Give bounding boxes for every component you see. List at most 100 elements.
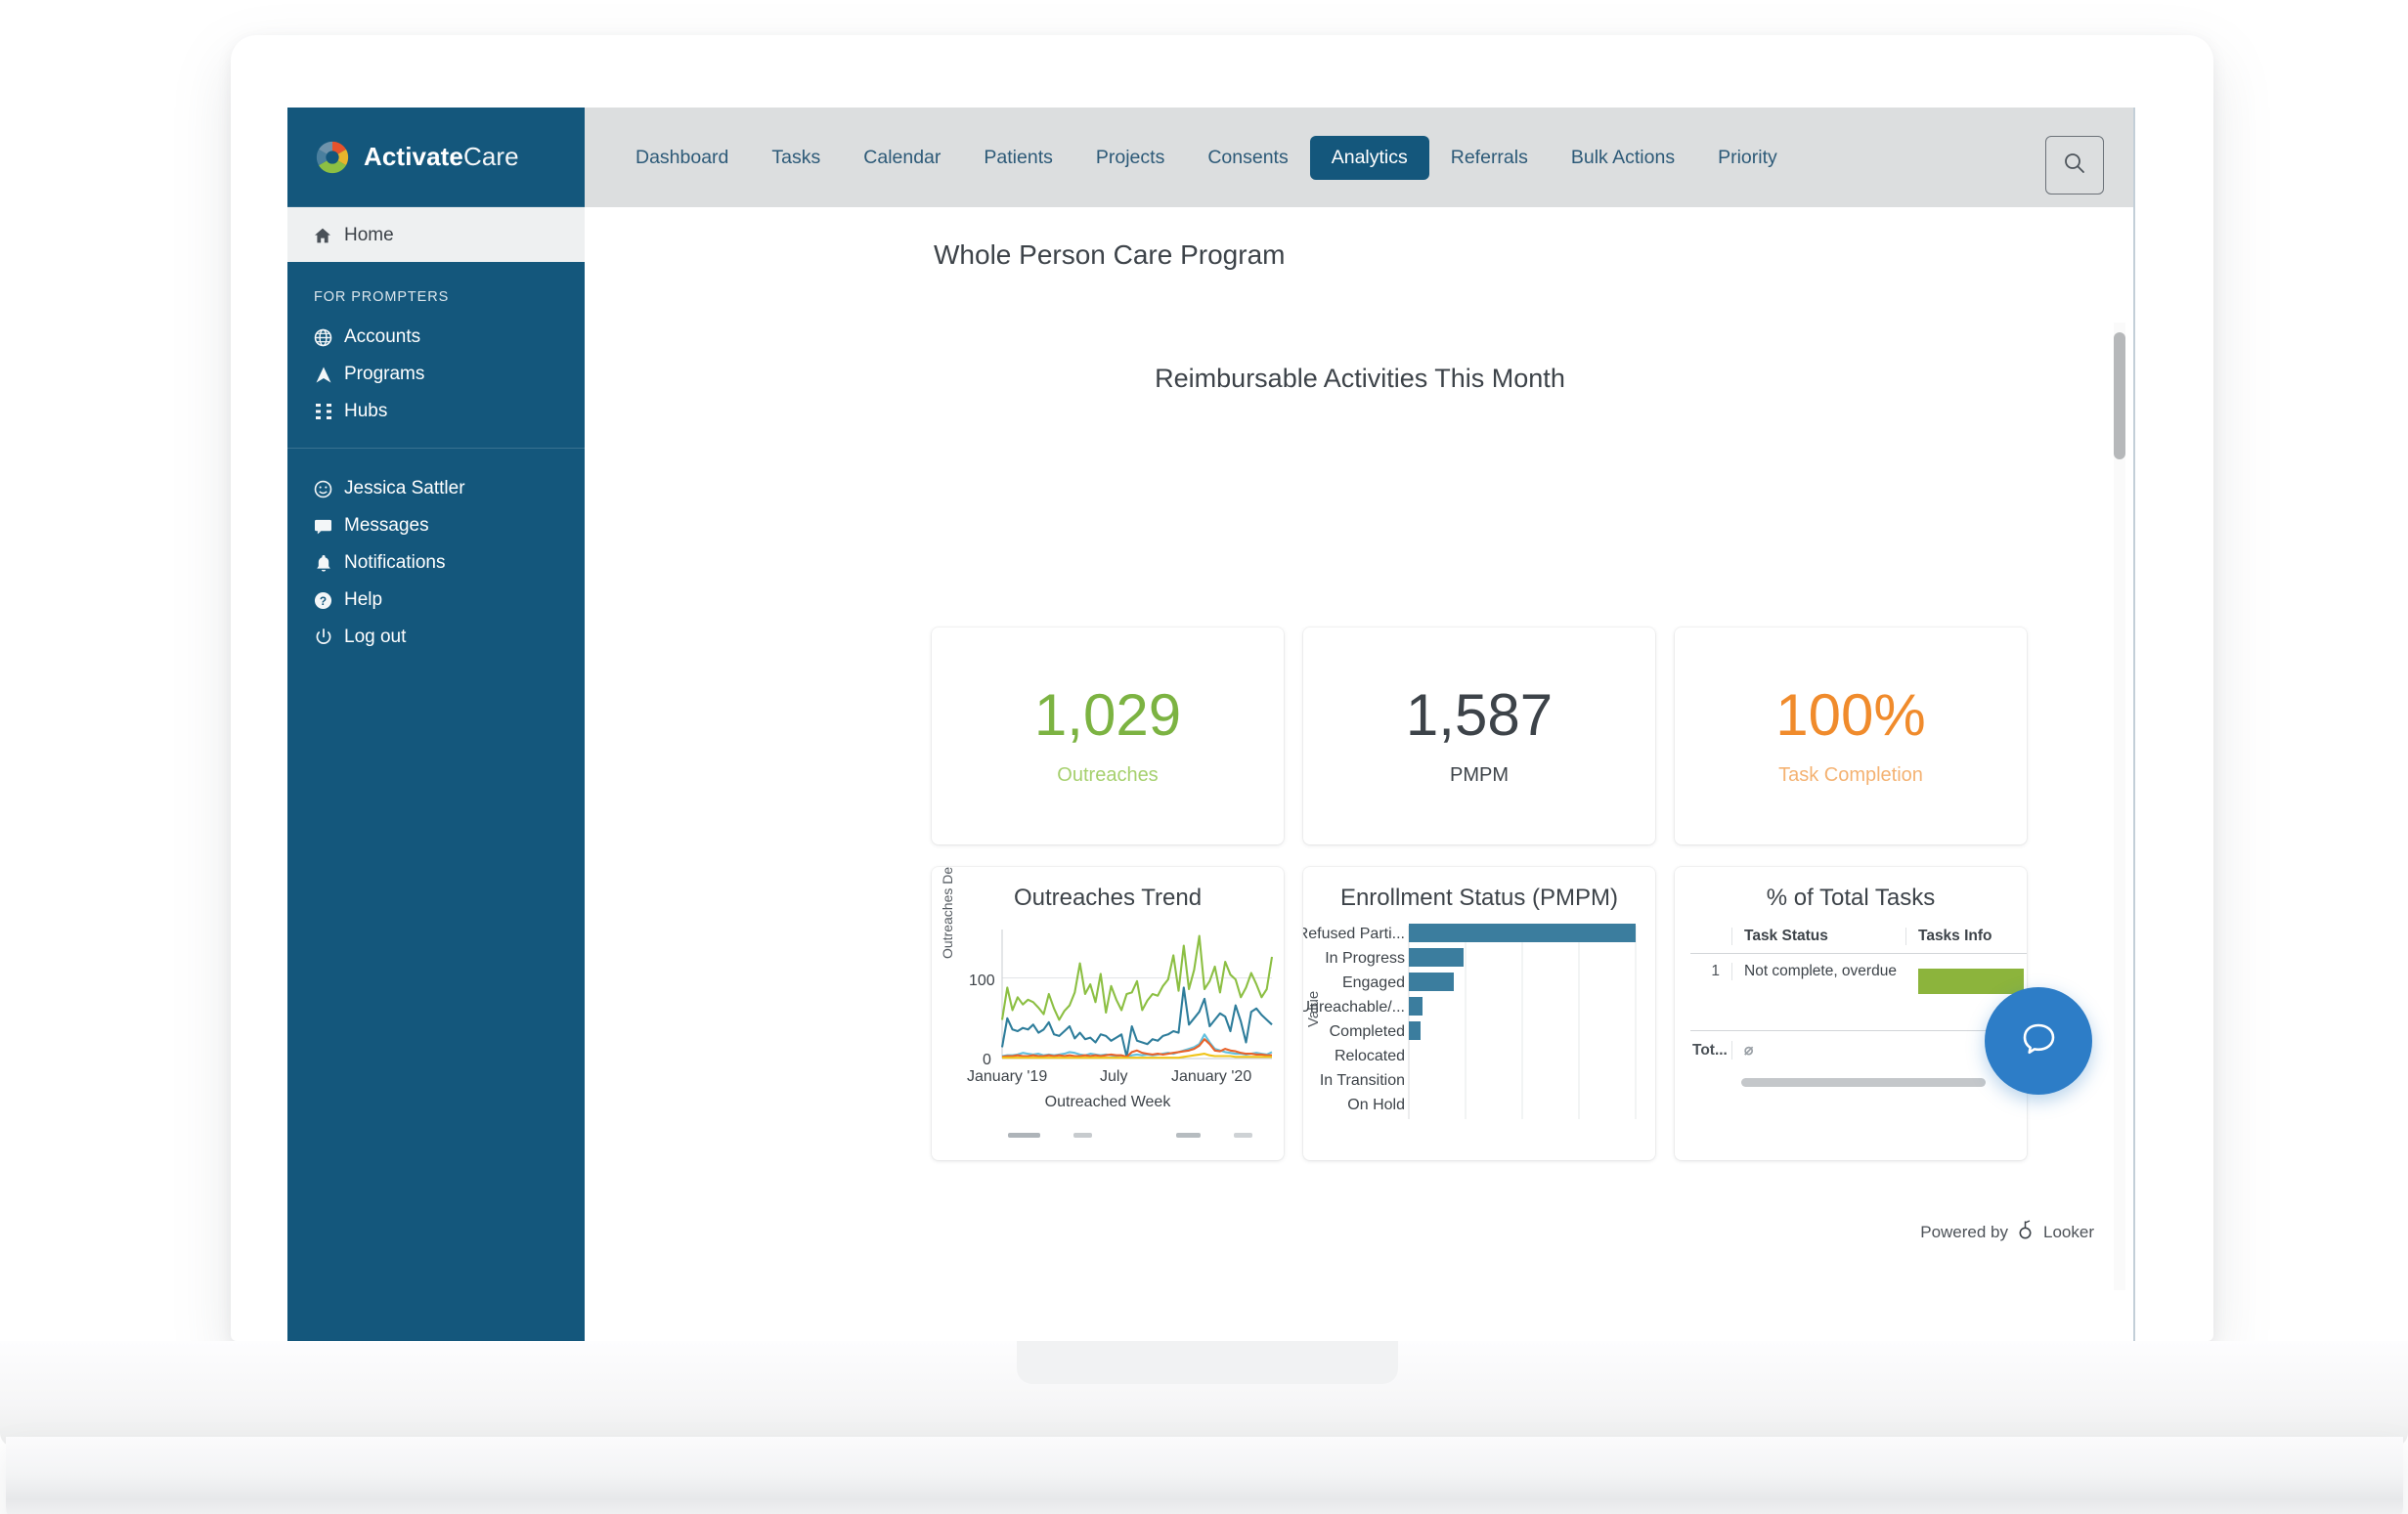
chart-title-enrollment-status: Enrollment Status (PMPM)	[1339, 885, 1619, 911]
sidebar-item-help[interactable]: ? Help	[287, 582, 585, 619]
sidebar-item-programs[interactable]: Programs	[287, 356, 585, 393]
tasks-row-status: Not complete, overdue	[1731, 963, 1905, 980]
sidebar: ActivateCare Home FOR PROMPTERS Accounts	[287, 108, 585, 1341]
hubs-icon	[314, 403, 332, 420]
enrollment-label-1: In Progress	[1325, 950, 1405, 967]
kpi-value-outreaches: 1,029	[1033, 681, 1182, 748]
svg-text:?: ?	[320, 593, 327, 607]
tasks-col-status[interactable]: Task Status	[1731, 928, 1905, 945]
powered-by-text: Powered by	[1920, 1222, 2009, 1241]
enrollment-bar-2	[1409, 973, 1455, 991]
brand-name: ActivateCare	[364, 142, 519, 172]
kpi-card-row: 1,029 Outreaches 1,587 PMPM 100% Task Co…	[932, 627, 2027, 844]
trend-legend-clipped	[1008, 1133, 1252, 1138]
trend-x-axis-title: Outreached Week	[1044, 1094, 1171, 1110]
outreaches-trend-plot: Outreaches Demo 100 0 January '19 July J…	[932, 867, 1284, 1137]
sidebar-item-accounts-label: Accounts	[344, 326, 421, 347]
laptop-base	[6, 1437, 2403, 1514]
tasks-total-status: ⌀	[1731, 1041, 1905, 1060]
sidebar-item-help-label: Help	[344, 589, 383, 610]
question-circle-icon: ?	[314, 591, 332, 610]
enrollment-label-2: Engaged	[1341, 974, 1405, 991]
powered-by-looker: Powered by Looker	[1920, 1220, 2094, 1244]
chart-card-row: Outreaches Trend Outreaches Demo 100 0 J…	[932, 867, 2027, 1160]
nav-item-patients[interactable]: Patients	[962, 136, 1073, 180]
sidebar-section-account: Jessica Sattler Messages Notifications ?…	[287, 449, 585, 673]
sidebar-section-prompters: FOR PROMPTERS Accounts Programs Hubs	[287, 262, 585, 449]
nav-item-projects[interactable]: Projects	[1074, 136, 1186, 180]
enrollment-label-7: On Hold	[1347, 1097, 1405, 1113]
sidebar-item-user-label: Jessica Sattler	[344, 478, 465, 498]
sidebar-item-messages-label: Messages	[344, 515, 429, 536]
chat-widget-button[interactable]	[1985, 987, 2092, 1095]
kpi-label-task-completion: Task Completion	[1778, 763, 1923, 786]
search-icon	[2062, 151, 2087, 181]
enrollment-bar-1	[1409, 948, 1464, 967]
enrollment-label-6: In Transition	[1319, 1072, 1405, 1089]
tasks-col-index	[1690, 928, 1731, 945]
kpi-label-pmpm: PMPM	[1450, 763, 1509, 786]
sidebar-item-hubs-label: Hubs	[344, 401, 388, 421]
kpi-card-pmpm[interactable]: 1,587 PMPM	[1303, 627, 1655, 844]
sidebar-item-accounts[interactable]: Accounts	[287, 319, 585, 356]
brand-logo[interactable]: ActivateCare	[287, 108, 585, 207]
chart-title-outreaches-trend: Outreaches Trend	[1013, 885, 1203, 911]
user-face-icon	[314, 480, 332, 498]
sidebar-item-logout-label: Log out	[344, 627, 407, 647]
chart-title-total-tasks: % of Total Tasks	[1766, 885, 1936, 911]
search-button[interactable]	[2045, 136, 2104, 195]
sidebar-item-programs-label: Programs	[344, 364, 425, 384]
sidebar-item-home-label: Home	[344, 224, 394, 245]
nav-item-referrals[interactable]: Referrals	[1429, 136, 1550, 180]
page-scrollbar-track[interactable]	[2114, 323, 2125, 1290]
chat-bubble-icon	[2013, 1014, 2064, 1069]
tasks-col-info[interactable]: Tasks Info	[1905, 928, 2027, 945]
brand-name-light: Care	[462, 142, 519, 171]
nav-item-bulk-actions[interactable]: Bulk Actions	[1550, 136, 1696, 180]
nav-item-analytics[interactable]: Analytics	[1309, 135, 1429, 180]
sidebar-section-header: FOR PROMPTERS	[314, 289, 450, 305]
nav-item-calendar[interactable]: Calendar	[842, 136, 962, 180]
trend-x-tick-jan20: January '20	[1171, 1068, 1252, 1085]
enrollment-bar-4	[1409, 1021, 1421, 1040]
home-icon	[314, 227, 331, 244]
tasks-total-label: Tot...	[1692, 1041, 1728, 1059]
brand-name-bold: Activate	[364, 142, 463, 171]
dashboard-subtitle: Reimbursable Activities This Month	[1155, 364, 1565, 393]
sidebar-item-user[interactable]: Jessica Sattler	[287, 470, 585, 507]
table-row[interactable]: 1 Not complete, overdue 1	[1690, 954, 2027, 994]
tasks-info-bar	[1918, 969, 2024, 994]
top-navigation-bar: Dashboard Tasks Calendar Patients Projec…	[585, 108, 2135, 207]
cursor-arrow-icon	[314, 366, 332, 384]
app-screen: ActivateCare Home FOR PROMPTERS Accounts	[287, 108, 2135, 1341]
tasks-col-info-label: Tasks Info	[1918, 928, 1992, 944]
kpi-card-task-completion[interactable]: 100% Task Completion	[1675, 627, 2027, 844]
sidebar-item-messages[interactable]: Messages	[287, 507, 585, 544]
nav-item-dashboard[interactable]: Dashboard	[614, 136, 750, 180]
sidebar-item-home[interactable]: Home	[287, 207, 585, 262]
tasks-row-index: 1	[1711, 963, 1720, 979]
tasks-table-horizontal-scrollbar[interactable]	[1741, 1078, 1986, 1087]
sidebar-item-notifications-label: Notifications	[344, 552, 446, 573]
nav-item-tasks[interactable]: Tasks	[750, 136, 842, 180]
kpi-card-outreaches[interactable]: 1,029 Outreaches	[932, 627, 1284, 844]
sidebar-item-logout[interactable]: Log out	[287, 619, 585, 656]
nav-item-priority[interactable]: Priority	[1696, 136, 1799, 180]
activate-care-ring-logo-icon	[314, 139, 351, 176]
trend-series-series-darkblue	[1000, 986, 1273, 1059]
chart-card-total-tasks[interactable]: % of Total Tasks Task Status Tasks Info	[1675, 867, 2027, 1160]
looker-product-name: Looker	[2043, 1222, 2094, 1241]
enrollment-label-0: Refused Parti...	[1303, 926, 1405, 942]
page-scrollbar-thumb[interactable]	[2114, 332, 2125, 459]
trend-y-tick-100: 100	[969, 973, 995, 989]
nav-item-consents[interactable]: Consents	[1186, 136, 1309, 180]
nav-items: Dashboard Tasks Calendar Patients Projec…	[585, 135, 1799, 180]
chart-card-enrollment-status[interactable]: Enrollment Status (PMPM) Value Refused P…	[1303, 867, 1655, 1160]
screen-right-border	[2133, 108, 2135, 1341]
chart-card-outreaches-trend[interactable]: Outreaches Trend Outreaches Demo 100 0 J…	[932, 867, 1284, 1160]
looker-icon	[2017, 1220, 2035, 1244]
trend-y-tick-0: 0	[983, 1052, 991, 1068]
trend-y-axis-title: Outreaches Demo	[940, 867, 955, 959]
sidebar-item-hubs[interactable]: Hubs	[287, 393, 585, 430]
sidebar-item-notifications[interactable]: Notifications	[287, 544, 585, 582]
